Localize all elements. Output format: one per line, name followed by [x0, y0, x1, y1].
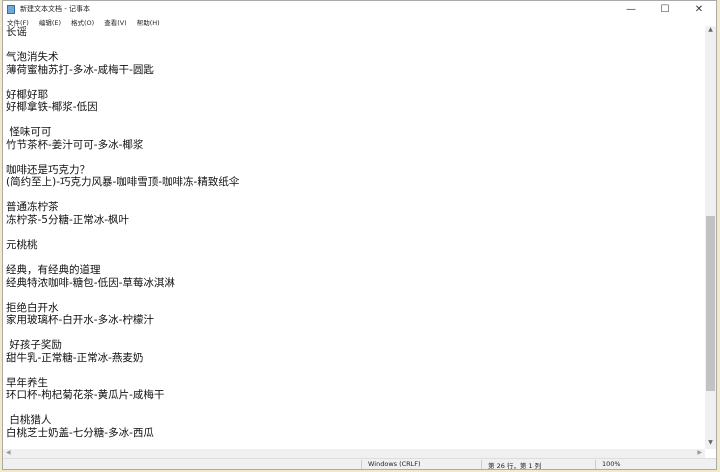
maximize-button[interactable]: ☐ — [648, 1, 682, 17]
scroll-left-icon[interactable]: ◀ — [6, 449, 11, 456]
notepad-window: 新建文本文档 - 记事本 — ☐ ✕ 文件(F) 编辑(E) 格式(O) 查看(… — [2, 0, 717, 470]
horizontal-scrollbar[interactable]: ◀ ▶ — [3, 449, 705, 458]
minimize-button[interactable]: — — [614, 1, 648, 17]
encoding-status: Windows (CRLF) — [361, 460, 421, 469]
notepad-icon — [7, 4, 15, 14]
scroll-up-icon[interactable]: ▲ — [705, 26, 716, 36]
scroll-right-icon[interactable]: ▶ — [697, 449, 702, 456]
zoom-level: 100% — [595, 460, 621, 469]
scroll-down-icon[interactable]: ▼ — [705, 439, 716, 449]
cursor-position: 第 26 行，第 1 列 — [481, 460, 541, 470]
text-editor[interactable]: 长谣 气泡消失术 薄荷蜜柚苏打-多冰-咸梅干-圆匙 好椰好耶 好椰拿铁-椰浆-低… — [3, 26, 705, 449]
title-bar: 新建文本文档 - 记事本 — ☐ ✕ — [3, 1, 716, 17]
vertical-scrollbar[interactable]: ▲ ▼ — [705, 26, 716, 449]
window-title: 新建文本文档 - 记事本 — [20, 5, 90, 13]
status-bar: Windows (CRLF) 第 26 行，第 1 列 100% — [3, 458, 716, 470]
close-button[interactable]: ✕ — [682, 1, 716, 17]
scrollbar-thumb[interactable] — [706, 216, 715, 391]
